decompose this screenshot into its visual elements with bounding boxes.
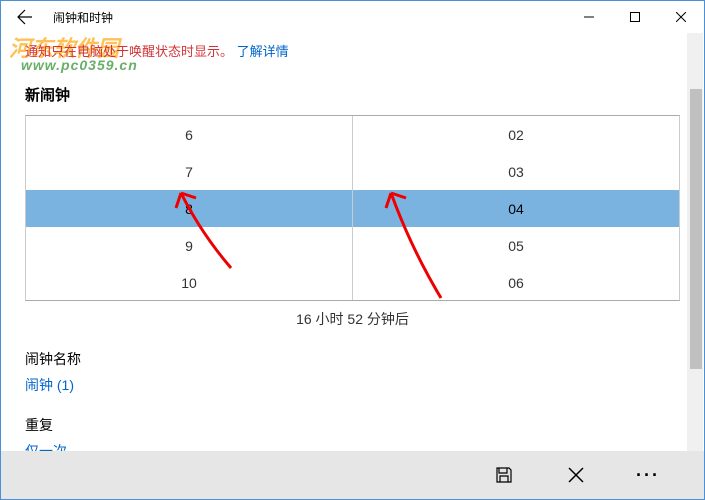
- maximize-icon: [630, 12, 640, 22]
- annotation-arrow-right: [381, 183, 451, 303]
- more-icon: ···: [636, 465, 660, 486]
- time-remaining-label: 16 小时 52 分钟后: [25, 309, 680, 329]
- minute-option[interactable]: 02: [353, 116, 679, 153]
- content-area: 通知只在电脑处于唤醒状态时显示。 了解详情 新闹钟 6 7 8 9 10 02 …: [1, 33, 704, 451]
- repeat-value[interactable]: 仅一次: [25, 441, 680, 451]
- repeat-label: 重复: [25, 415, 680, 435]
- maximize-button[interactable]: [612, 1, 658, 33]
- more-button[interactable]: ···: [612, 451, 684, 499]
- cancel-icon: [567, 466, 585, 484]
- close-button[interactable]: [658, 1, 704, 33]
- notice-link[interactable]: 了解详情: [237, 44, 289, 59]
- annotation-arrow-left: [171, 183, 241, 273]
- titlebar: 闹钟和时钟: [1, 1, 704, 33]
- bottom-toolbar: ···: [1, 451, 704, 499]
- minimize-icon: [584, 12, 594, 22]
- new-alarm-title: 新闹钟: [25, 84, 680, 105]
- window-title: 闹钟和时钟: [53, 9, 113, 26]
- back-button[interactable]: [1, 1, 49, 33]
- notice-bar: 通知只在电脑处于唤醒状态时显示。 了解详情: [25, 41, 680, 60]
- window-controls: [566, 1, 704, 33]
- save-icon: [495, 466, 513, 484]
- back-arrow-icon: [17, 9, 33, 25]
- minimize-button[interactable]: [566, 1, 612, 33]
- notice-text: 通知只在电脑处于唤醒状态时显示。: [25, 44, 233, 59]
- alarm-name-value[interactable]: 闹钟 (1): [25, 375, 680, 395]
- close-icon: [676, 12, 686, 22]
- scrollbar-thumb[interactable]: [690, 89, 702, 369]
- hour-option[interactable]: 6: [26, 116, 352, 153]
- alarm-name-label: 闹钟名称: [25, 349, 680, 369]
- time-picker: 6 7 8 9 10 02 03 04 05 06: [25, 115, 680, 301]
- save-button[interactable]: [468, 451, 540, 499]
- cancel-button[interactable]: [540, 451, 612, 499]
